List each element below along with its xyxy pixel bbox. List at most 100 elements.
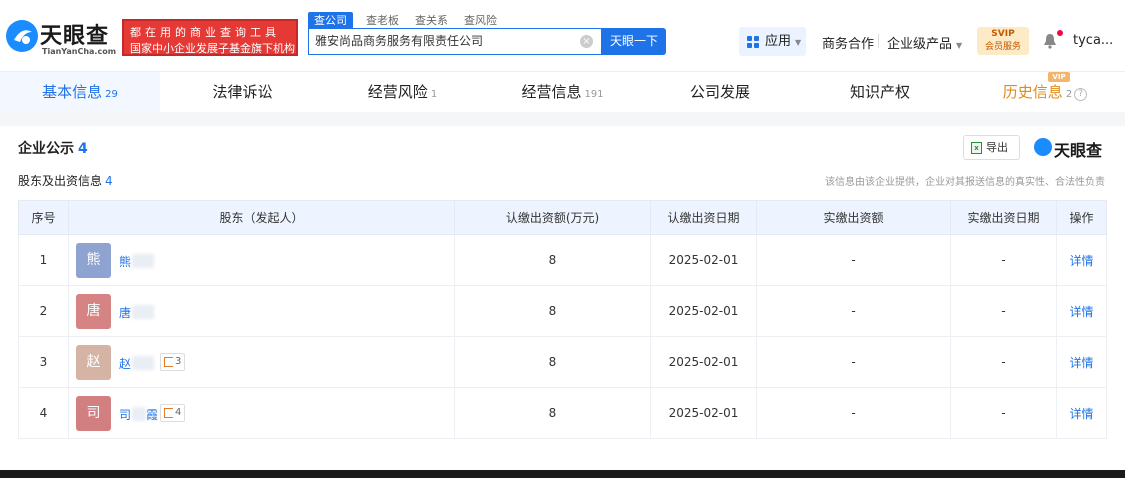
col-header-holder: 股东（发起人）: [68, 200, 455, 235]
promo-banner[interactable]: 都在用的商业查询工具 国家中小企业发展子基金旗下机构: [122, 19, 298, 56]
col-header-action: 操作: [1056, 200, 1107, 235]
search-tab-company[interactable]: 查公司: [308, 12, 353, 28]
subtitle-count: 4: [105, 174, 113, 188]
relation-count: 3: [175, 356, 182, 367]
tab-label: 经营信息: [521, 83, 582, 101]
detail-link[interactable]: 详情: [1069, 407, 1093, 421]
nav-business-link[interactable]: 商务合作: [822, 33, 874, 52]
holder-name-link[interactable]: 熊: [119, 253, 155, 270]
action-cell: 详情: [1056, 387, 1107, 439]
vip-badge: VIP: [1048, 72, 1070, 82]
tab-operating-info[interactable]: 经营信息 191: [480, 72, 645, 112]
holder-name-link[interactable]: 司霞: [119, 406, 158, 423]
tianyancha-logo[interactable]: 天眼查 TianYanCha.com: [6, 18, 118, 58]
holder-name-link[interactable]: 唐: [119, 304, 155, 321]
tab-development[interactable]: 公司发展: [645, 72, 795, 112]
paid-amount: -: [756, 234, 951, 286]
row-index: 1: [18, 234, 69, 286]
logo-mark-icon: [6, 20, 38, 52]
tab-label: 经营风险: [367, 83, 428, 101]
redacted-name: [132, 254, 155, 268]
subscribed-amount: 8: [454, 336, 651, 388]
excel-icon: x: [971, 142, 982, 154]
search-tab-risk[interactable]: 查风险: [464, 12, 497, 28]
export-label: 导出: [986, 141, 1008, 154]
avatar: 唐: [76, 294, 111, 329]
search-input[interactable]: [315, 33, 575, 47]
redacted-name: [132, 407, 147, 421]
col-header-paid: 实缴出资额: [756, 200, 951, 235]
paid-date: -: [950, 234, 1057, 286]
brand-text: 天眼查: [1054, 141, 1103, 160]
tab-label: 公司发展: [689, 83, 750, 101]
relation-badge[interactable]: 3: [160, 353, 186, 371]
table-row: 4 司 司霞 4 8 2025-02-01 - - 详情: [18, 387, 1107, 439]
tab-operating-risk[interactable]: 经营风险 1: [325, 72, 480, 112]
search-button[interactable]: 天眼一下: [602, 28, 666, 55]
logo-subtext: TianYanCha.com: [42, 47, 117, 56]
detail-link[interactable]: 详情: [1069, 305, 1093, 319]
svip-label: SVIP: [991, 29, 1015, 39]
paid-amount: -: [756, 285, 951, 337]
detail-tabs: 基本信息 29 法律诉讼 经营风险 1 经营信息 191 公司发展 知识产权 历史信息…: [0, 72, 1125, 112]
svip-button[interactable]: SVIP 会员服务: [977, 27, 1029, 55]
search-tab-relation[interactable]: 查关系: [415, 12, 448, 28]
avatar: 司: [76, 396, 111, 431]
tab-count: 29: [105, 89, 118, 100]
paid-date: -: [950, 285, 1057, 337]
col-header-index: 序号: [18, 200, 69, 235]
relation-badge[interactable]: 4: [160, 404, 186, 422]
export-button[interactable]: x 导出: [963, 135, 1020, 160]
shareholder-table: 序号 股东（发起人） 认缴出资额(万元) 认缴出资日期 实缴出资额 实缴出资日期…: [18, 200, 1107, 439]
tab-legal[interactable]: 法律诉讼: [160, 72, 325, 112]
relation-tree-icon: [164, 357, 173, 367]
brand-watermark: 天眼查: [1034, 137, 1108, 160]
detail-link[interactable]: 详情: [1069, 356, 1093, 370]
bell-icon[interactable]: [1043, 33, 1057, 49]
subscribed-amount: 8: [454, 285, 651, 337]
bottom-strip: [0, 470, 1125, 478]
svip-sublabel: 会员服务: [984, 42, 1021, 52]
holder-cell: 唐 唐: [68, 285, 455, 337]
nav-divider: [878, 34, 879, 48]
subscribed-date: 2025-02-01: [650, 234, 757, 286]
avatar: 熊: [76, 243, 111, 278]
holder-name-suffix: 霞: [146, 408, 159, 422]
tab-label: 基本信息: [42, 83, 103, 101]
nav-app-menu[interactable]: 应用 ▼: [739, 27, 806, 56]
user-menu[interactable]: tyca...: [1073, 33, 1113, 48]
tab-ip[interactable]: 知识产权: [795, 72, 965, 112]
action-cell: 详情: [1056, 234, 1107, 286]
holder-name-link[interactable]: 赵: [119, 355, 155, 372]
action-cell: 详情: [1056, 285, 1107, 337]
nav-enterprise-label: 企业级产品: [887, 37, 953, 52]
detail-link[interactable]: 详情: [1069, 254, 1093, 268]
avatar: 赵: [76, 345, 111, 380]
chevron-down-icon: ▼: [795, 38, 802, 47]
promo-line-1: 都在用的商业查询工具: [130, 26, 280, 39]
tab-basic-info[interactable]: 基本信息 29: [0, 72, 160, 112]
holder-cell: 赵 赵 3: [68, 336, 455, 388]
redacted-name: [132, 356, 155, 370]
redacted-name: [132, 305, 155, 319]
nav-enterprise-menu[interactable]: 企业级产品 ▼: [887, 33, 962, 52]
clear-icon[interactable]: ×: [580, 35, 593, 48]
subscribed-amount: 8: [454, 387, 651, 439]
col-header-date: 认缴出资日期: [650, 200, 757, 235]
relation-tree-icon: [164, 408, 173, 418]
tab-label: 法律诉讼: [212, 83, 273, 101]
holder-name: 赵: [119, 357, 132, 371]
help-icon[interactable]: ?: [1074, 88, 1088, 101]
col-header-paid-date: 实缴出资日期: [950, 200, 1057, 235]
search-tab-boss[interactable]: 查老板: [366, 12, 399, 28]
tab-history[interactable]: 历史信息 2?: [965, 72, 1125, 112]
table-row: 1 熊 熊 8 2025-02-01 - - 详情: [18, 234, 1107, 286]
shareholder-subtitle: 股东及出资信息 4: [18, 172, 113, 189]
top-header: 天眼查 TianYanCha.com 都在用的商业查询工具 国家中小企业发展子基…: [0, 0, 1125, 71]
logo-text: 天眼查: [40, 24, 110, 49]
holder-name: 唐: [119, 306, 132, 320]
action-cell: 详情: [1056, 336, 1107, 388]
tab-label: 知识产权: [849, 83, 910, 101]
subscribed-date: 2025-02-01: [650, 387, 757, 439]
row-index: 2: [18, 285, 69, 337]
